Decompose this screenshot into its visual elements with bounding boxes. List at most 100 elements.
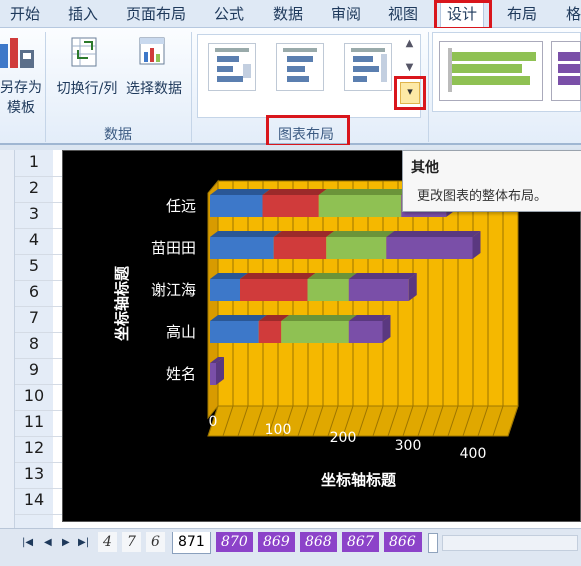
category-label: 谢江海 [151,281,196,299]
row-number[interactable]: 12 [15,438,53,457]
chart-bar [210,279,240,301]
group-separator [191,32,192,142]
row-number[interactable]: 5 [15,256,53,275]
row-number[interactable]: 1 [15,152,53,171]
first-sheet-icon[interactable]: |◀ [22,537,33,548]
chart-bar-top [348,273,417,279]
tab-formulas[interactable]: 公式 [214,3,244,25]
sheet-tab-bar: |◀ ◀ ▶ ▶| 4 7 6 871 870 869 868 867 866 [0,528,581,566]
chart-bar-top [240,273,316,279]
chart-bar [210,363,216,385]
tab-split-handle-icon[interactable] [428,533,438,553]
save-template-button[interactable]: 另存为 模板 [0,78,42,118]
row-number[interactable]: 10 [15,386,53,405]
tooltip-body: 更改图表的整体布局。 [417,189,548,204]
chart-bar-top [326,231,395,237]
y-axis-title[interactable]: 坐标轴标题 [111,266,132,341]
sheet-tab[interactable]: 869 [258,532,295,552]
sheet-tab[interactable]: 4 [98,532,117,552]
save-template-icon[interactable] [0,36,38,76]
category-label: 苗田田 [151,239,196,257]
row-number[interactable]: 14 [15,490,53,509]
tab-layout[interactable]: 布局 [507,3,537,25]
row-number[interactable]: 7 [15,308,53,327]
tab-view[interactable]: 视图 [388,3,418,25]
chart-bar [281,321,349,343]
sheet-tab[interactable]: 7 [122,532,141,552]
chart-bar [318,195,402,217]
switch-row-column-icon[interactable] [70,36,100,68]
category-label: 高山 [166,323,196,341]
sheet-left-bar [0,150,15,530]
chart-bar [240,279,308,301]
chart-layout-3-icon[interactable] [344,43,392,91]
sheet-tab[interactable]: 870 [216,532,253,552]
gallery-scroll-up-icon[interactable]: ▲ [401,34,418,56]
chart-bar-top [386,231,481,237]
chart-bar-top [262,189,327,195]
row-number[interactable]: 8 [15,334,53,353]
sheet-tab[interactable]: 866 [384,532,422,552]
chart-bar-top [210,189,271,195]
select-data-button[interactable]: 选择数据 [122,78,186,98]
sheet-tab[interactable]: 867 [342,532,379,552]
sheet-tab[interactable]: 6 [146,532,165,552]
select-data-icon[interactable] [138,36,168,68]
chart-bar [348,279,409,301]
chart-style-2-icon[interactable] [551,41,581,101]
chart-layout-2-icon[interactable] [276,43,324,91]
sheet-tab[interactable]: 868 [300,532,337,552]
prev-sheet-icon[interactable]: ◀ [44,537,52,548]
row-number[interactable]: 4 [15,230,53,249]
chart-bar [210,237,274,259]
highlight-chart-layouts-label [266,115,350,147]
x-tick-label: 0 [209,414,218,430]
row-number[interactable]: 11 [15,412,53,431]
chart-bar-top [318,189,410,195]
group-separator [428,32,429,142]
chart-bar [258,321,282,343]
horizontal-scrollbar[interactable] [442,535,578,551]
tab-page-layout[interactable]: 页面布局 [126,3,186,25]
chart-bar [348,321,383,343]
row-number[interactable]: 2 [15,178,53,197]
ribbon-tab-bar: 开始 插入 页面布局 公式 数据 审阅 视图 设计 布局 格 [0,0,581,28]
chart-style-1-icon[interactable] [439,41,543,101]
chart-bar [262,195,319,217]
row-number[interactable]: 3 [15,204,53,223]
chart-bar-top [210,231,282,237]
row-number[interactable]: 6 [15,282,53,301]
highlight-more-button [394,76,426,110]
x-tick-label: 400 [460,446,487,462]
x-tick-label: 100 [265,422,292,438]
x-tick-label: 300 [395,438,422,454]
next-sheet-icon[interactable]: ▶ [62,537,70,548]
tab-home[interactable]: 开始 [10,3,40,25]
switch-row-column-button[interactable]: 切换行/列 [52,78,122,98]
tab-data[interactable]: 数据 [273,3,303,25]
category-label: 姓名 [166,365,196,383]
group-separator [45,32,46,142]
highlight-design-tab [434,0,492,30]
chart-bar-top [210,315,267,321]
tooltip: 其他 更改图表的整体布局。 [402,150,581,212]
tooltip-title: 其他 [411,160,439,176]
chart-bar-top [273,231,335,237]
x-axis-title[interactable]: 坐标轴标题 [321,469,396,490]
x-tick-label: 200 [330,430,357,446]
chart-style-gallery [432,32,581,112]
chart-bar [326,237,387,259]
row-number[interactable]: 9 [15,360,53,379]
tab-review[interactable]: 审阅 [331,3,361,25]
row-number[interactable]: 13 [15,464,53,483]
sheet-tab-active[interactable]: 871 [172,532,211,554]
chart-layout-1-icon[interactable] [208,43,256,91]
category-label: 任远 [166,197,196,215]
chart-bar [210,195,263,217]
ribbon: 另存为 模板 切换行/列 选择数据 数据 ▲ ▼ ▾ 图表布局 [0,28,581,147]
chart-bar [307,279,349,301]
tab-insert[interactable]: 插入 [68,3,98,25]
chart-layout-gallery [197,34,421,118]
last-sheet-icon[interactable]: ▶| [78,537,89,548]
tab-format[interactable]: 格 [566,3,581,25]
